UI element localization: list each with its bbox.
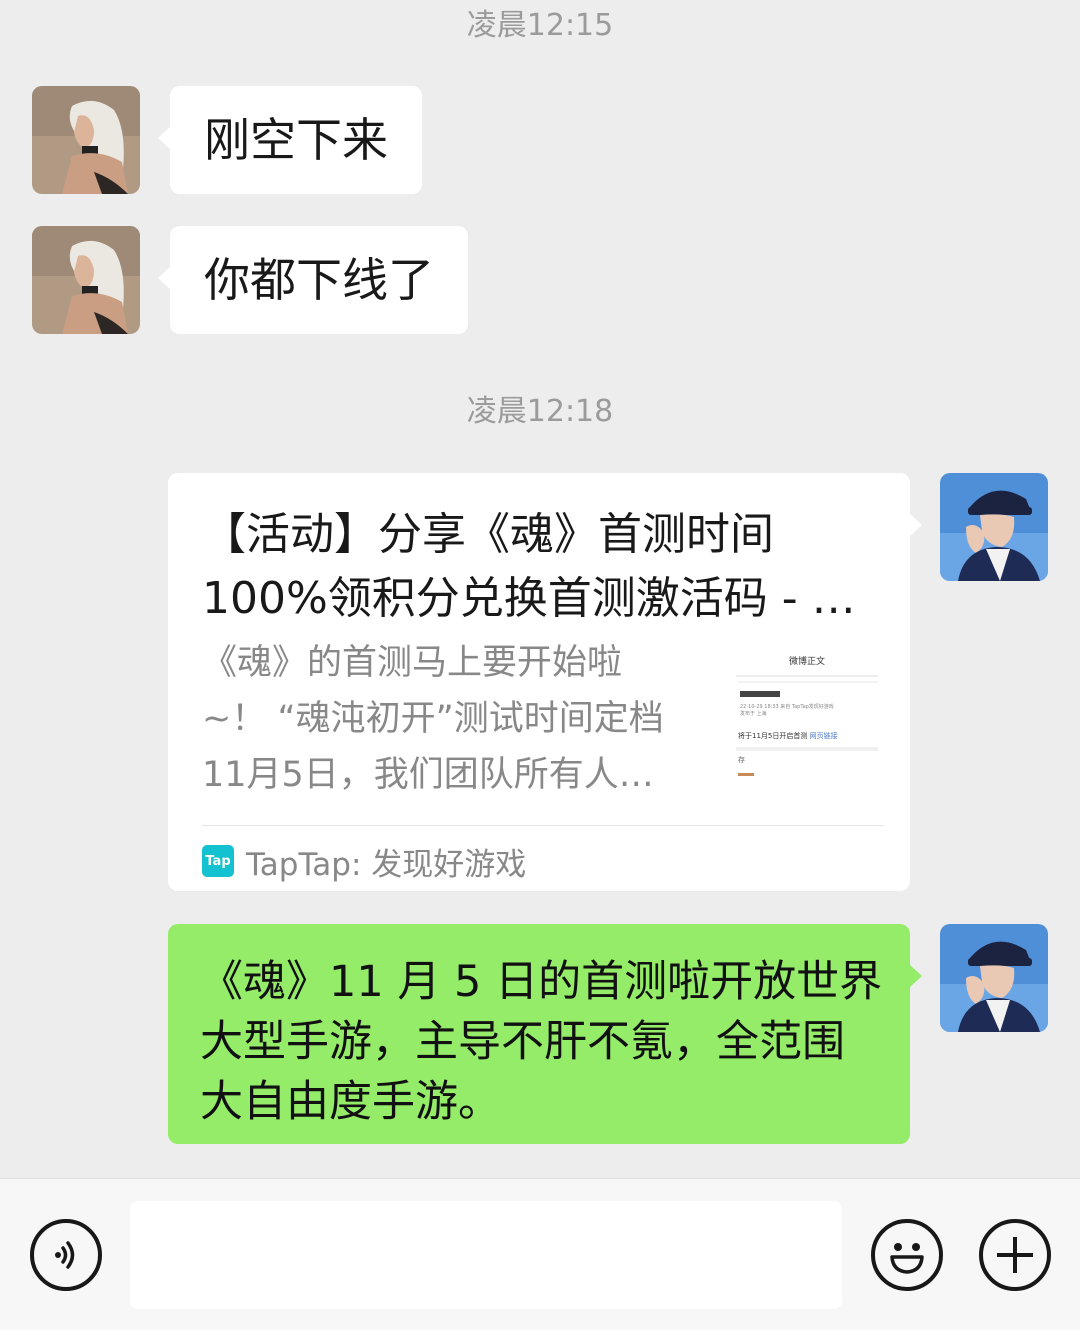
input-bar <box>0 1178 1080 1330</box>
card-description-line: 《魂》的首测马上要开始啦 <box>202 643 623 683</box>
message-input[interactable] <box>130 1201 842 1309</box>
taptap-logo-icon: Tap <box>202 845 234 877</box>
thumbnail-divider <box>738 681 878 683</box>
link-card[interactable]: 【活动】分享《魂》首测时间 100%领积分兑换首测激活码 - … 《魂》的首测马… <box>168 473 922 891</box>
card-description-line: ~！ “魂沌初开”测试时间定档 <box>202 699 664 739</box>
thumbnail-text: 存 <box>738 756 745 764</box>
more-button[interactable] <box>979 1219 1051 1291</box>
card-thumbnail: 微博正文 22-10-29 18:33 来自 TapTap发现好游戏 发布于 上… <box>736 649 878 791</box>
contact-avatar[interactable] <box>32 226 140 334</box>
card-description-line: 11月5日，我们团队所有人… <box>202 755 654 795</box>
card-source: Tap TapTap: 发现好游戏 <box>202 839 526 883</box>
thumbnail-text: 将于11月5日开启首测 网页链接 <box>738 731 878 741</box>
plus-icon <box>997 1237 1033 1273</box>
emoji-icon <box>890 1243 924 1274</box>
thumbnail-mark <box>738 773 754 776</box>
thumbnail-line: 将于11月5日开启首测 <box>738 732 808 740</box>
thumbnail-divider <box>736 747 878 751</box>
thumbnail-blur <box>740 691 780 697</box>
message-bubble[interactable]: 你都下线了 <box>158 226 468 334</box>
card-title-line: 100%领积分兑换首测激活码 - … <box>202 573 856 624</box>
card-source-label: TapTap: 发现好游戏 <box>246 846 527 883</box>
voice-button[interactable] <box>30 1219 102 1291</box>
chat-area[interactable]: 凌晨12:15 刚空下来 你都下线了 凌晨12:18 【活动】分享《魂》首测时间… <box>0 0 1080 1178</box>
card-title-line: 【活动】分享《魂》首测时间 <box>202 509 774 560</box>
message-bubble[interactable]: 刚空下来 <box>158 86 422 194</box>
card-description: 《魂》的首测马上要开始啦 ~！ “魂沌初开”测试时间定档 11月5日，我们团队所… <box>202 635 702 803</box>
card-title: 【活动】分享《魂》首测时间 100%领积分兑换首测激活码 - … <box>202 503 882 631</box>
message-text-line: 《魂》11 月 5 日的首测啦开放世界 <box>200 957 883 1007</box>
my-avatar[interactable] <box>940 473 1048 581</box>
emoji-button[interactable] <box>871 1219 943 1291</box>
thumbnail-meta: 发布于 上海 <box>740 711 767 717</box>
card-divider <box>202 825 884 826</box>
thumbnail-meta: 22-10-29 18:33 来自 TapTap发现好游戏 <box>740 704 834 710</box>
timestamp: 凌晨12:18 <box>466 394 614 429</box>
thumbnail-link: 网页链接 <box>809 732 838 740</box>
my-avatar[interactable] <box>940 924 1048 1032</box>
sent-message-bubble[interactable]: 《魂》11 月 5 日的首测啦开放世界 大型手游，主导不肝不氪，全范围 大自由度… <box>168 924 922 1144</box>
message-text-line: 大型手游，主导不肝不氪，全范围 <box>200 1017 845 1067</box>
voice-icon <box>55 1241 75 1269</box>
timestamp: 凌晨12:15 <box>466 8 614 43</box>
thumbnail-header: 微博正文 <box>736 649 878 677</box>
message-text-line: 大自由度手游。 <box>200 1077 501 1127</box>
message-text: 你都下线了 <box>204 253 434 307</box>
message-text: 刚空下来 <box>204 113 388 167</box>
contact-avatar[interactable] <box>32 86 140 194</box>
